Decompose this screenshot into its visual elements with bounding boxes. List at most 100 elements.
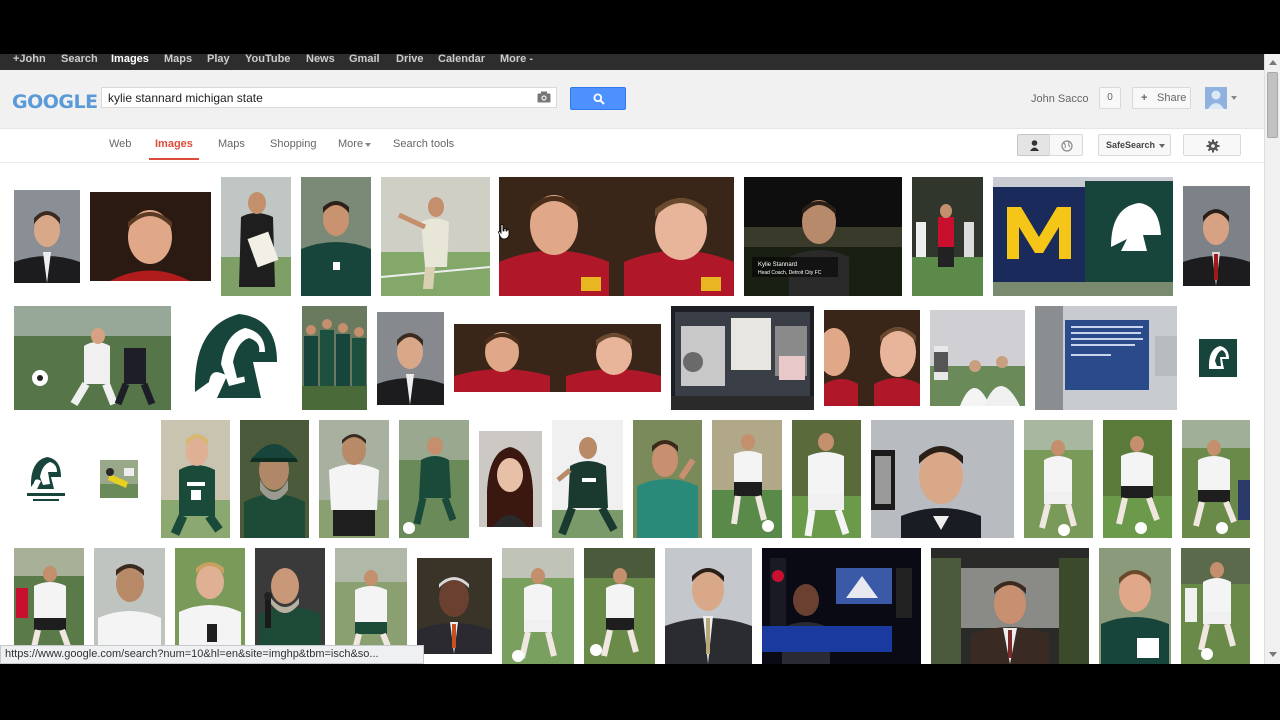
tab-images[interactable]: Images [155, 138, 193, 150]
tab-search-tools[interactable]: Search tools [393, 138, 454, 150]
topbar-link-search[interactable]: Search [61, 54, 98, 70]
gear-icon [1206, 139, 1220, 153]
scroll-up-arrow-icon[interactable] [1269, 60, 1277, 65]
avatar[interactable] [1205, 87, 1227, 109]
user-silhouette-icon [1208, 90, 1224, 109]
image-result[interactable] [221, 177, 291, 296]
settings-button[interactable] [1183, 134, 1241, 156]
image-result[interactable] [479, 431, 542, 527]
image-result[interactable] [762, 548, 921, 664]
topbar-link-more[interactable]: More - [500, 54, 533, 70]
image-result[interactable] [240, 420, 309, 538]
share-label: Share [1157, 92, 1187, 104]
image-result[interactable] [712, 420, 782, 538]
image-result[interactable] [993, 177, 1173, 296]
search-icon [593, 93, 605, 105]
video-caption-title: Head Coach, Detroit City FC [758, 270, 822, 276]
page-scrollbar[interactable] [1264, 54, 1280, 664]
image-result[interactable] [454, 324, 661, 392]
chevron-down-icon [1159, 144, 1165, 148]
image-result[interactable] [161, 420, 230, 538]
topbar-link-news[interactable]: News [306, 54, 335, 70]
notification-count[interactable]: 0 [1099, 87, 1121, 109]
tab-maps[interactable]: Maps [218, 138, 245, 150]
michigan-state-logo-icon [25, 453, 67, 505]
search-box[interactable] [101, 87, 557, 108]
active-tab-indicator [149, 158, 199, 160]
safesearch-label: SafeSearch [1106, 140, 1156, 150]
topbar-link-play[interactable]: Play [207, 54, 230, 70]
image-result[interactable] [824, 310, 920, 406]
image-result[interactable] [14, 190, 80, 283]
image-result[interactable] [665, 548, 752, 664]
scroll-thumb[interactable] [1267, 72, 1278, 138]
status-url: https://www.google.com/search?num=10&hl=… [0, 645, 424, 664]
image-result[interactable] [499, 177, 734, 296]
image-result[interactable] [319, 420, 389, 538]
image-result[interactable] [792, 420, 861, 538]
image-result[interactable] [381, 177, 490, 296]
image-result[interactable] [14, 306, 171, 410]
image-result[interactable] [633, 420, 702, 538]
image-result[interactable] [552, 420, 623, 538]
plus-icon: + [1141, 92, 1148, 104]
image-result[interactable] [1024, 420, 1093, 538]
image-result[interactable] [181, 306, 291, 410]
image-result[interactable] [377, 312, 444, 405]
video-caption-name: Kylie Stannard [758, 262, 797, 268]
person-icon [1030, 140, 1039, 151]
search-input[interactable] [108, 90, 528, 106]
image-result[interactable] [912, 177, 983, 296]
browser-viewport: +John Search Images Maps Play YouTube Ne… [0, 54, 1280, 664]
image-result[interactable] [1183, 186, 1250, 286]
image-result[interactable] [399, 420, 469, 538]
image-result[interactable] [931, 548, 1089, 664]
topbar-link-drive[interactable]: Drive [396, 54, 424, 70]
topbar-link-calendar[interactable]: Calendar [438, 54, 485, 70]
image-result[interactable] [1103, 420, 1172, 538]
spartan-logo-icon [1199, 339, 1237, 377]
chevron-down-icon[interactable] [1231, 96, 1237, 100]
search-header: GOOGLE John Sacco 0 + Share [0, 70, 1264, 129]
tab-more[interactable]: More [338, 138, 363, 150]
image-result[interactable] [301, 177, 371, 296]
image-result[interactable] [1199, 339, 1237, 377]
image-result[interactable] [930, 310, 1025, 406]
image-result[interactable] [584, 548, 655, 664]
globe-icon [1061, 140, 1073, 152]
chevron-down-icon [365, 143, 371, 147]
topbar-link-maps[interactable]: Maps [164, 54, 192, 70]
tab-shopping[interactable]: Shopping [270, 138, 317, 150]
scroll-down-arrow-icon[interactable] [1269, 652, 1277, 657]
search-nav: Web Images Maps Shopping More Search too… [0, 129, 1264, 163]
image-result[interactable] [502, 548, 574, 664]
image-result[interactable] [671, 306, 814, 410]
image-result[interactable] [302, 306, 367, 410]
google-logo[interactable]: GOOGLE [12, 91, 98, 113]
image-result[interactable] [1035, 306, 1177, 410]
user-name[interactable]: John Sacco [1031, 93, 1088, 105]
image-result[interactable] [100, 460, 138, 498]
share-button[interactable]: + Share [1132, 87, 1191, 109]
image-result[interactable]: Kylie Stannard Head Coach, Detroit City F… [744, 177, 902, 296]
safesearch-dropdown[interactable]: SafeSearch [1098, 134, 1171, 156]
image-result[interactable] [417, 558, 492, 654]
topbar-link-gmail[interactable]: Gmail [349, 54, 380, 70]
spartan-helmet-icon [181, 306, 291, 410]
image-result[interactable] [1181, 548, 1250, 664]
image-result[interactable] [871, 420, 1014, 538]
image-result[interactable] [90, 192, 211, 281]
google-bar: +John Search Images Maps Play YouTube Ne… [0, 54, 1280, 70]
tab-web[interactable]: Web [109, 138, 131, 150]
personal-results-button[interactable] [1017, 134, 1050, 156]
image-result[interactable] [25, 453, 67, 505]
image-result[interactable] [1182, 420, 1250, 538]
global-results-button[interactable] [1049, 134, 1083, 156]
hand-cursor-icon [498, 224, 510, 240]
search-button[interactable] [570, 87, 626, 110]
topbar-link-plus[interactable]: +John [13, 54, 46, 70]
topbar-link-images[interactable]: Images [111, 54, 149, 70]
image-result[interactable] [1099, 548, 1171, 664]
topbar-link-youtube[interactable]: YouTube [245, 54, 290, 70]
camera-icon[interactable] [537, 91, 551, 103]
